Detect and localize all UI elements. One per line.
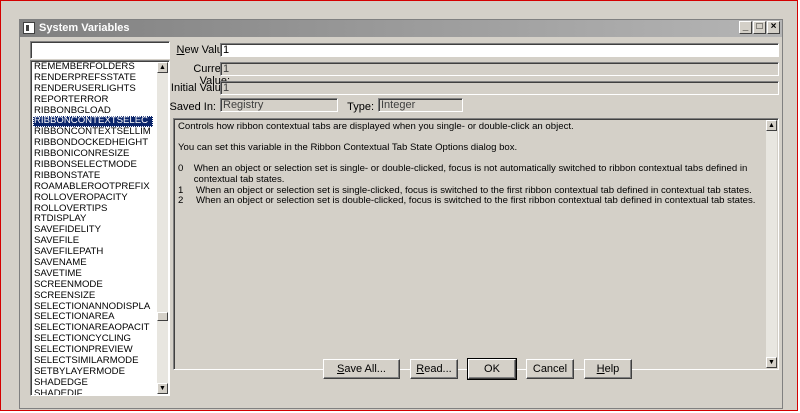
list-item[interactable]: RIBBONDOCKEDHEIGHT: [33, 138, 153, 149]
saved-in-field: Registry: [220, 98, 338, 112]
list-item[interactable]: SETBYLAYERMODE: [33, 367, 153, 378]
save-all-button[interactable]: Save All...: [323, 359, 400, 379]
list-item[interactable]: RENDERUSERLIGHTS: [33, 84, 153, 95]
list-item[interactable]: ROLLOVERTIPS: [33, 204, 153, 215]
maximize-icon[interactable]: □: [753, 21, 766, 34]
description-option: 2 When an object or selection set is doub…: [178, 196, 760, 207]
scrollbar-thumb[interactable]: [157, 312, 168, 321]
list-item[interactable]: RIBBONSELECTMODE: [33, 160, 153, 171]
minimize-icon[interactable]: _: [739, 21, 752, 34]
description-scrollbar[interactable]: ▲ ▼: [766, 120, 777, 368]
system-variables-dialog: System Variables _ □ × REMEMBERFOLDERS RE…: [19, 19, 783, 409]
cancel-button[interactable]: Cancel: [526, 359, 574, 379]
screenshot-frame: System Variables _ □ × REMEMBERFOLDERS RE…: [0, 0, 798, 411]
list-item[interactable]: ROLLOVEROPACITY: [33, 193, 153, 204]
current-value-field: 1: [220, 62, 779, 76]
list-item[interactable]: RENDERPREFSSTATE: [33, 73, 153, 84]
description-option: 0 When an object or selection set is sing…: [178, 164, 760, 185]
list-item[interactable]: SAVETIME: [33, 269, 153, 280]
app-icon: [23, 22, 35, 34]
saved-in-label: Saved In:: [169, 101, 216, 113]
new-value-input[interactable]: 1: [220, 43, 779, 57]
type-label: Type:: [347, 101, 374, 113]
window-title: System Variables: [39, 22, 130, 34]
list-item[interactable]: REMEMBERFOLDERS: [33, 62, 153, 73]
option-number: 0: [178, 163, 184, 175]
variable-search-input[interactable]: [30, 41, 170, 59]
description-options: 0 When an object or selection set is sing…: [178, 164, 760, 206]
list-item[interactable]: SELECTIONAREA: [33, 312, 153, 323]
list-item[interactable]: SELECTSIMILARMODE: [33, 356, 153, 367]
window-controls: _ □ ×: [739, 21, 780, 34]
scroll-up-arrow-icon[interactable]: ▲: [766, 120, 777, 131]
description-text: Controls how ribbon contextual tabs are …: [178, 121, 760, 207]
list-item[interactable]: RTDISPLAY: [33, 214, 153, 225]
list-item[interactable]: SELECTIONAREAOPACIT: [33, 323, 153, 334]
list-item[interactable]: SAVENAME: [33, 258, 153, 269]
list-item[interactable]: RIBBONCONTEXTSELLIM: [33, 127, 153, 138]
list-item[interactable]: SAVEFILE: [33, 236, 153, 247]
variable-list[interactable]: REMEMBERFOLDERS RENDERPREFSSTATE RENDERUSE…: [30, 60, 170, 396]
help-button[interactable]: Help: [584, 359, 632, 379]
list-item[interactable]: SAVEFILEPATH: [33, 247, 153, 258]
list-item[interactable]: SELECTIONANNODISPLA: [33, 302, 153, 313]
close-icon[interactable]: ×: [767, 21, 780, 34]
list-item[interactable]: ROAMABLEROOTPREFIX: [33, 182, 153, 193]
list-item[interactable]: REPORTERROR: [33, 95, 153, 106]
option-number: 2: [178, 195, 184, 207]
list-item[interactable]: RIBBONSTATE: [33, 171, 153, 182]
list-item[interactable]: SELECTIONPREVIEW: [33, 345, 153, 356]
description-panel: Controls how ribbon contextual tabs are …: [173, 118, 779, 370]
read-button[interactable]: Read...: [410, 359, 458, 379]
list-item[interactable]: RIBBONBGLOAD: [33, 106, 153, 117]
ok-button[interactable]: OK: [467, 358, 517, 380]
description-summary: Controls how ribbon contextual tabs are …: [178, 121, 574, 132]
variable-list-items: REMEMBERFOLDERS RENDERPREFSSTATE RENDERUSE…: [33, 62, 153, 395]
option-text: When an object or selection set is singl…: [193, 163, 748, 185]
list-item-selected[interactable]: RIBBONCONTEXTSELEC: [33, 116, 153, 128]
scroll-down-arrow-icon[interactable]: ▼: [766, 357, 777, 368]
title-bar[interactable]: System Variables _ □ ×: [20, 20, 782, 37]
list-item[interactable]: SHADEDGE: [33, 378, 153, 389]
scroll-down-arrow-icon[interactable]: ▼: [157, 383, 168, 394]
list-item[interactable]: SCREENMODE: [33, 280, 153, 291]
list-item[interactable]: SELECTIONCYCLING: [33, 334, 153, 345]
description-note: You can set this variable in the Ribbon …: [178, 142, 518, 154]
option-text: When an object or selection set is doubl…: [196, 195, 756, 207]
list-item[interactable]: SHADEDIF: [33, 389, 153, 395]
type-field: Integer: [378, 98, 463, 112]
list-item[interactable]: RIBBONICONRESIZE: [33, 149, 153, 160]
list-item[interactable]: SAVEFIDELITY: [33, 225, 153, 236]
initial-value-field: 1: [220, 81, 779, 95]
list-item[interactable]: SCREENSIZE: [33, 291, 153, 302]
